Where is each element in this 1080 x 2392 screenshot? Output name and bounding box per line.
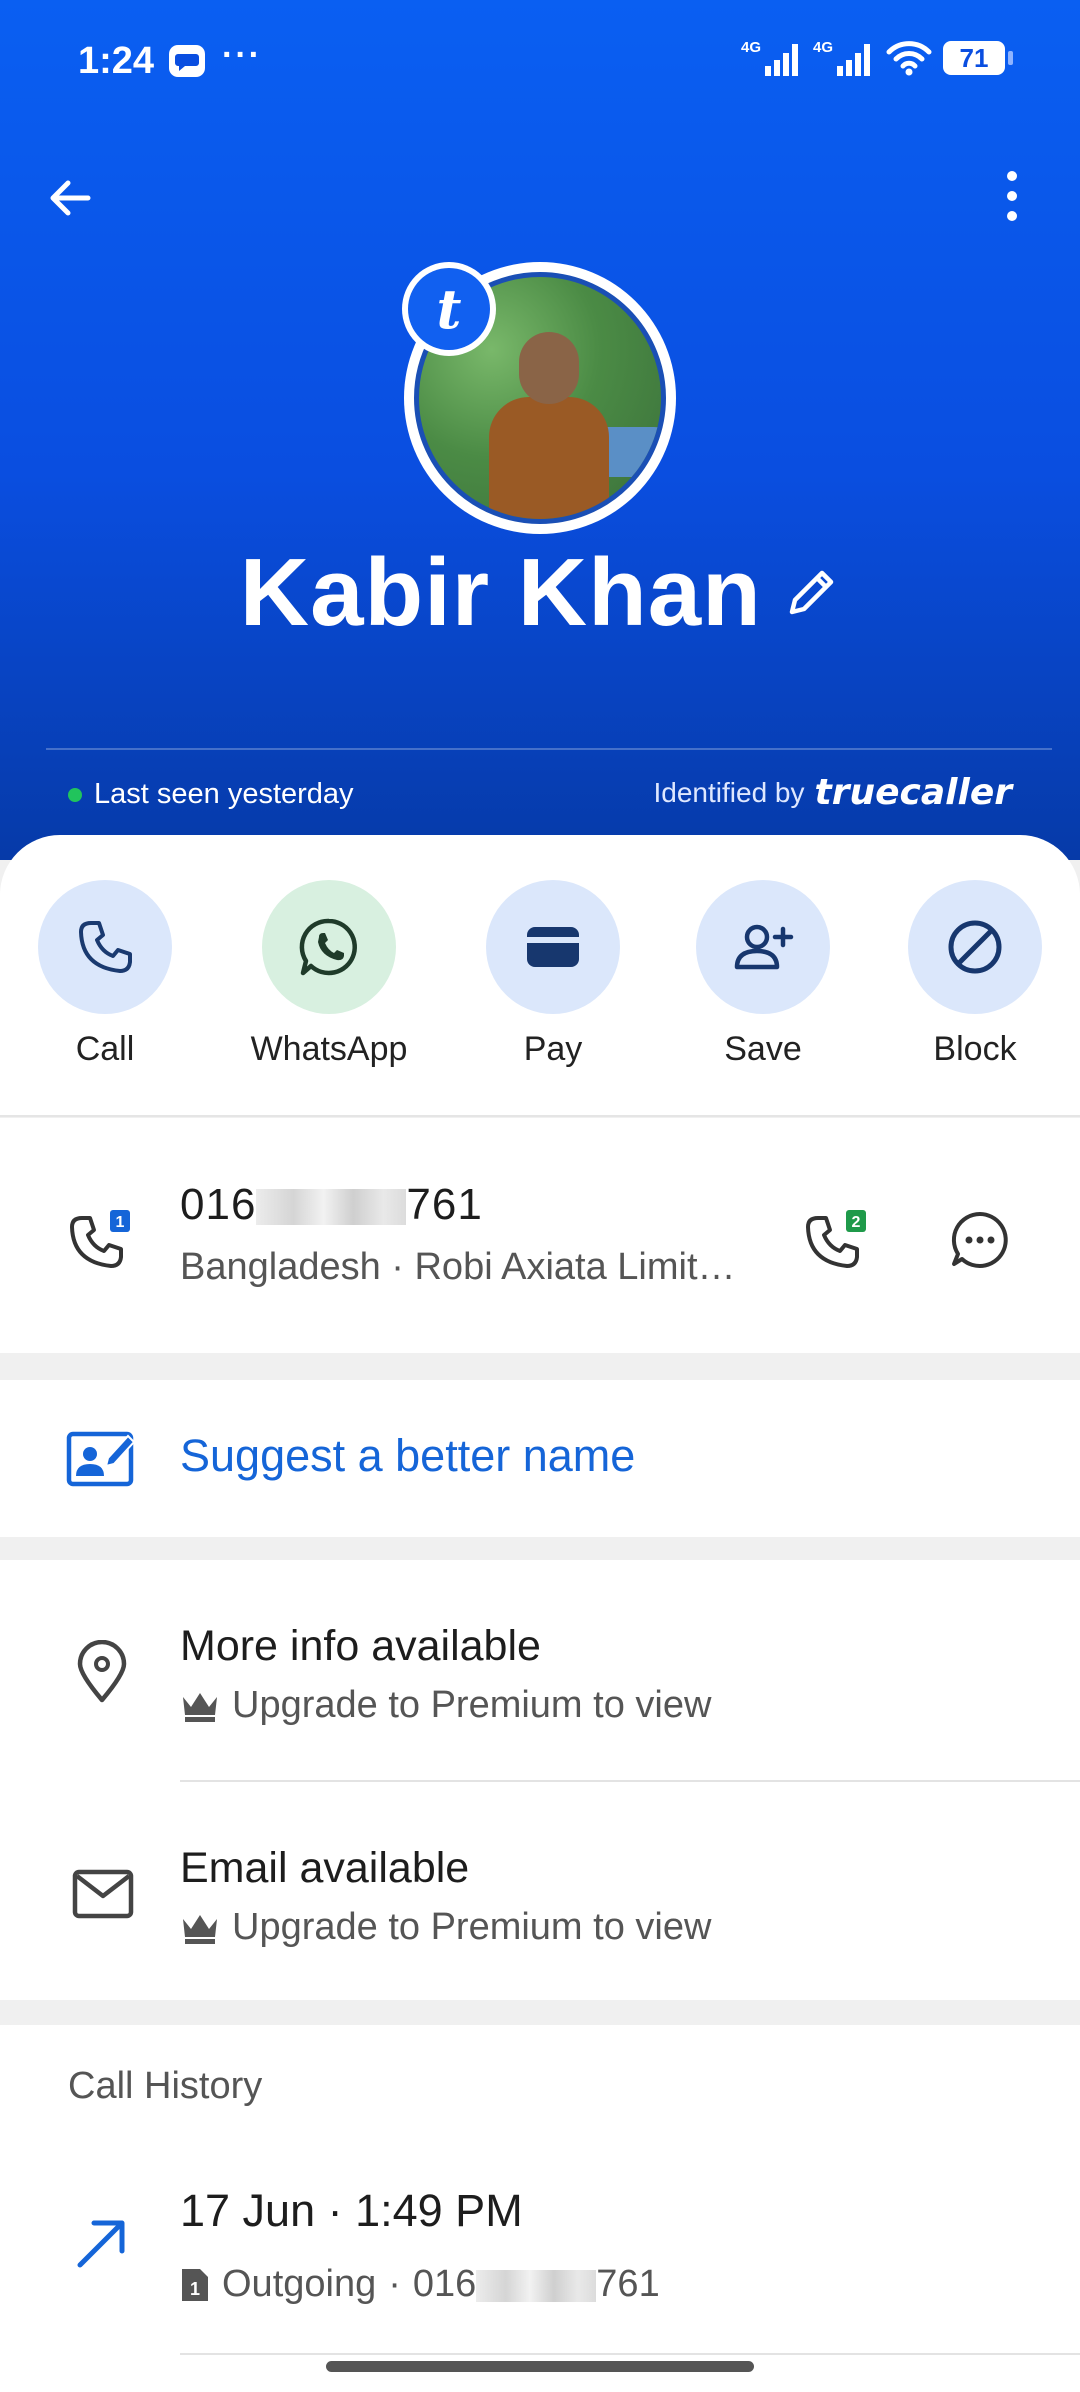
svg-text:4G: 4G xyxy=(813,39,833,56)
message-notification-icon xyxy=(169,45,205,77)
call-time: 17 Jun · 1:49 PM xyxy=(180,2185,523,2236)
sim2-call-icon[interactable]: 2 xyxy=(806,1210,880,1274)
redacted-digits xyxy=(476,2269,597,2302)
save-label: Save xyxy=(724,1030,802,1068)
premium-crown-icon xyxy=(183,1914,217,1944)
block-button[interactable]: Block xyxy=(880,880,1070,1069)
whatsapp-icon xyxy=(299,918,357,976)
status-bar: 1:24 ··· 4G 4G 71 xyxy=(0,0,1080,125)
suggest-name-link[interactable]: Suggest a better name xyxy=(180,1430,635,1482)
whatsapp-label: WhatsApp xyxy=(250,1030,408,1068)
phone-carrier: Bangladesh · Robi Axiata Limit… xyxy=(180,1246,736,1288)
mail-icon xyxy=(72,1869,134,1919)
phone-number: 016 761 xyxy=(180,1180,483,1229)
truecaller-badge: t xyxy=(402,262,496,356)
action-sheet: Call WhatsApp Pay Save Block xyxy=(0,835,1080,1115)
svg-text:1: 1 xyxy=(190,2279,200,2299)
profile-header: 1:24 ··· 4G 4G 71 t Kabir Khan Last seen… xyxy=(0,0,1080,860)
call-history-section: Call History 17 Jun · 1:49 PM 1 Outgoing… xyxy=(0,2025,1080,2392)
home-indicator[interactable] xyxy=(326,2361,754,2372)
identified-by: Identified by truecaller xyxy=(654,772,1013,813)
status-time: 1:24 xyxy=(78,40,155,82)
more-info-title: More info available xyxy=(180,1622,541,1670)
edit-pencil-icon[interactable] xyxy=(782,564,840,622)
suggest-name-icon xyxy=(66,1431,136,1487)
status-more-dots: ··· xyxy=(222,36,262,74)
pay-button[interactable]: Pay xyxy=(458,880,648,1069)
sim1-icon: 1 xyxy=(182,2268,208,2301)
identified-prefix: Identified by xyxy=(653,776,805,808)
pay-label: Pay xyxy=(523,1030,583,1068)
signal-4g-icon: 4G xyxy=(741,39,798,76)
history-divider xyxy=(180,2353,1080,2355)
last-seen-text: Last seen yesterday xyxy=(94,778,354,810)
contact-name: Kabir Khan xyxy=(239,539,762,646)
svg-text:2: 2 xyxy=(852,1214,861,1231)
block-label: Block xyxy=(933,1030,1017,1068)
phone-icon xyxy=(79,921,132,973)
message-icon[interactable] xyxy=(950,1210,1010,1270)
back-arrow-icon[interactable] xyxy=(40,168,100,228)
wallet-icon xyxy=(527,927,579,967)
premium-info-card: More info available Upgrade to Premium t… xyxy=(0,1560,1080,2000)
truecaller-logo: truecaller xyxy=(814,772,1013,813)
battery-indicator: 71 xyxy=(943,41,1013,75)
suggest-name-row[interactable]: Suggest a better name xyxy=(0,1380,1080,1537)
call-button[interactable]: Call xyxy=(10,880,200,1069)
name-row: Kabir Khan xyxy=(0,538,1080,648)
more-info-upgrade[interactable]: Upgrade to Premium to view xyxy=(180,1684,711,1727)
sim1-call-icon[interactable]: 1 xyxy=(70,1210,134,1274)
redacted-digits xyxy=(256,1189,407,1226)
signal-4g-icon-2: 4G xyxy=(813,39,870,76)
call-label: Call xyxy=(75,1030,135,1068)
call-history-title: Call History xyxy=(68,2065,263,2107)
status-indicators: 4G 4G 71 xyxy=(741,38,1013,78)
email-title: Email available xyxy=(180,1844,470,1892)
more-options-icon[interactable] xyxy=(995,168,1029,224)
outgoing-arrow-icon xyxy=(77,2220,125,2268)
section-divider xyxy=(0,1115,1080,1117)
header-divider xyxy=(46,748,1052,750)
add-person-icon xyxy=(734,924,794,970)
svg-text:1: 1 xyxy=(116,1214,125,1231)
truecaller-t-icon: t xyxy=(408,268,490,350)
call-details: 1 Outgoing · 016 761 xyxy=(180,2263,660,2306)
block-icon xyxy=(948,920,1002,974)
premium-crown-icon xyxy=(183,1692,217,1722)
phone-number-card[interactable]: 1 016 761 Bangladesh · Robi Axiata Limit…… xyxy=(0,1118,1080,1353)
last-seen-status: Last seen yesterday xyxy=(68,778,354,811)
location-pin-icon xyxy=(77,1640,127,1703)
save-button[interactable]: Save xyxy=(668,880,858,1069)
online-dot xyxy=(68,787,82,802)
whatsapp-button[interactable]: WhatsApp xyxy=(234,880,424,1069)
svg-text:4G: 4G xyxy=(741,39,761,56)
action-buttons: Call WhatsApp Pay Save Block xyxy=(0,880,1080,1080)
wifi-icon xyxy=(886,41,932,76)
email-upgrade[interactable]: Upgrade to Premium to view xyxy=(180,1906,711,1949)
info-divider xyxy=(180,1780,1080,1782)
